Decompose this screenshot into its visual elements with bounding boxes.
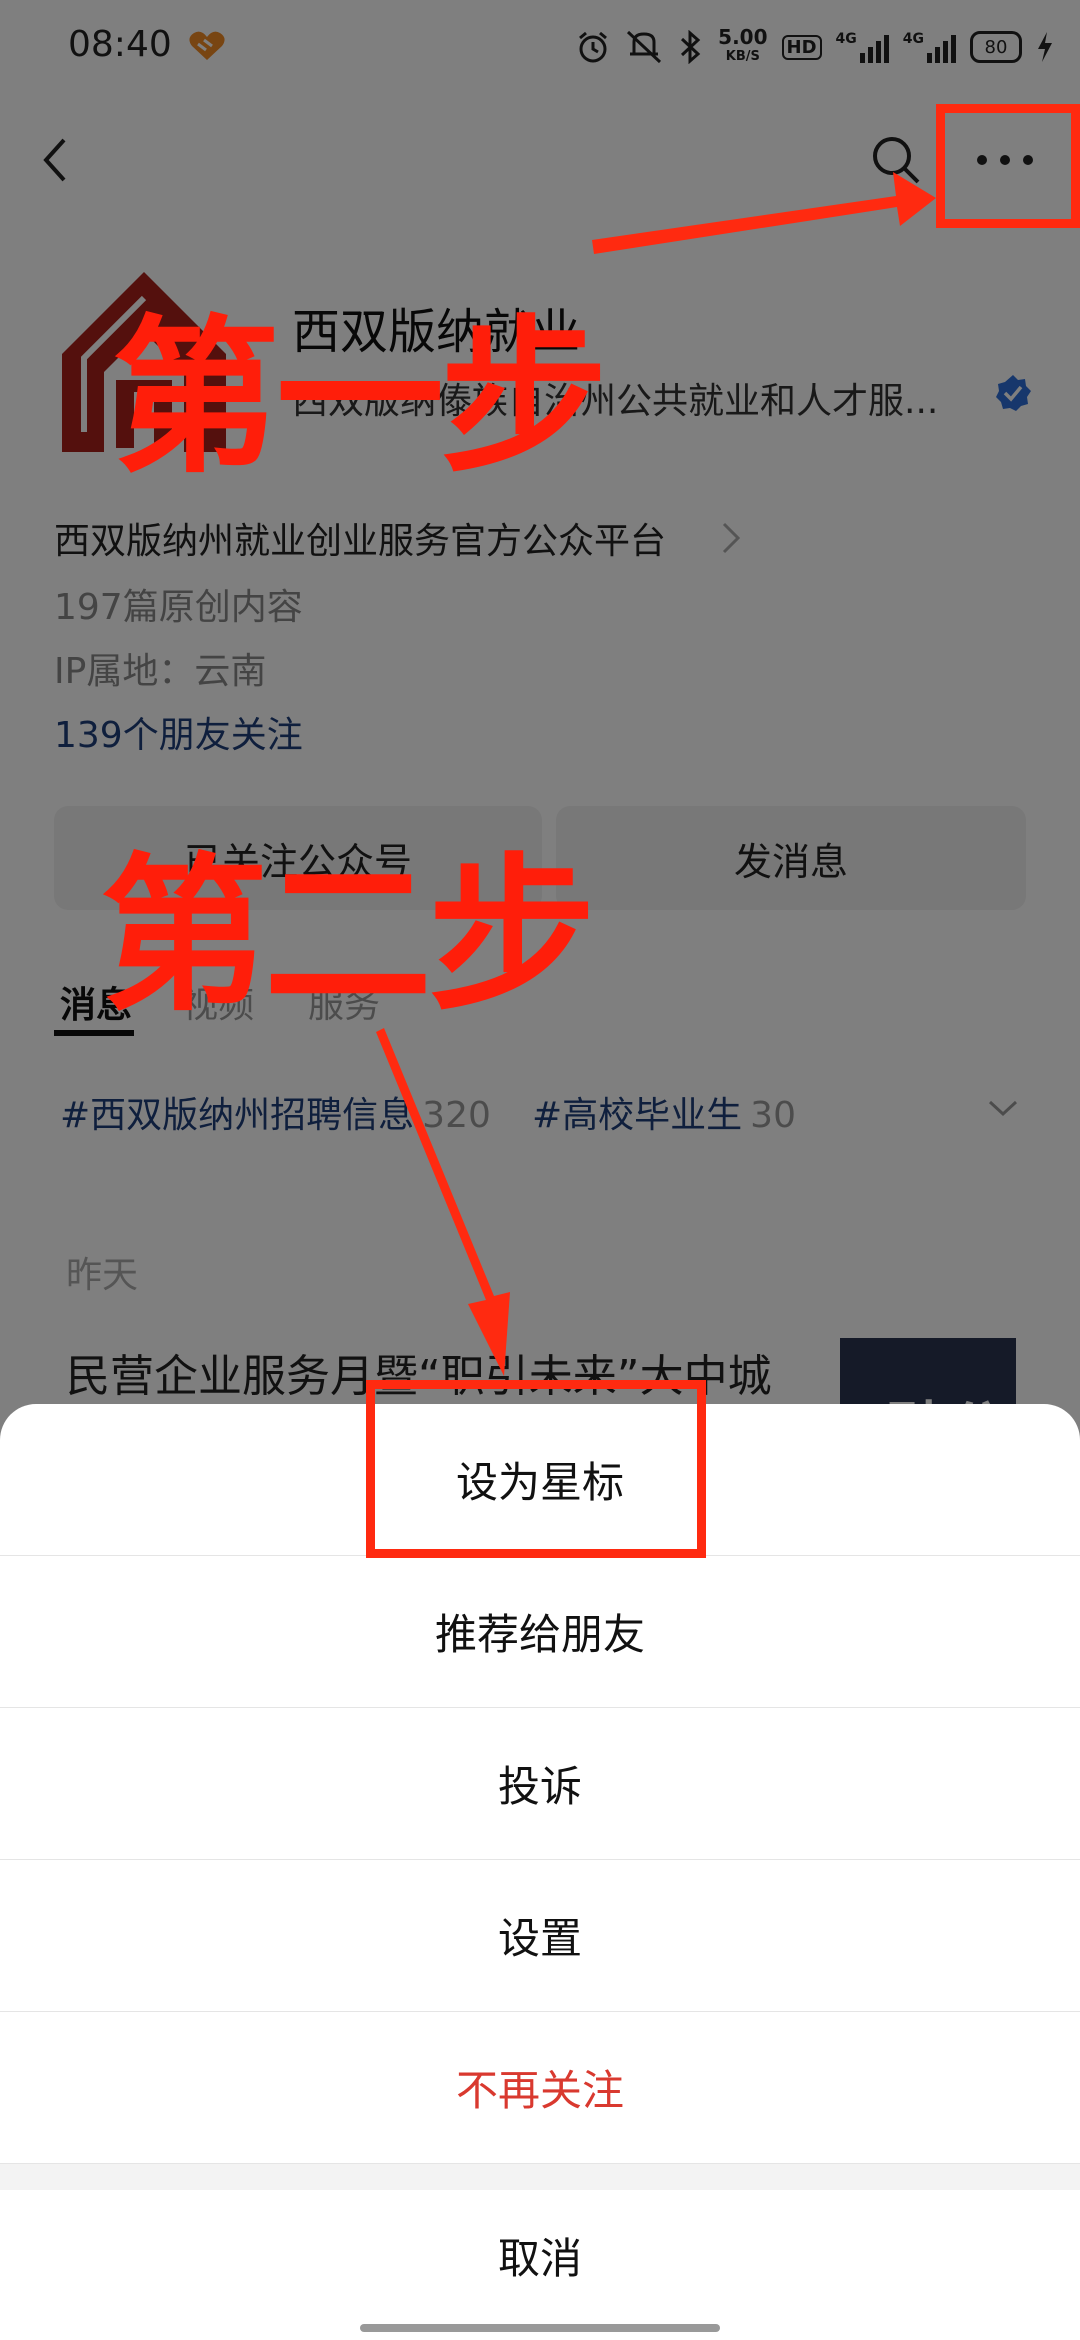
complain-option[interactable]: 投诉 <box>0 1708 1080 1860</box>
cancel-button[interactable]: 取消 <box>0 2190 1080 2320</box>
sheet-divider <box>0 2164 1080 2190</box>
annotation-step-2: 第二步 <box>100 838 596 1034</box>
annotation-step-1: 第一步 <box>112 300 608 496</box>
annotation-box-set-star <box>366 1380 706 1558</box>
settings-option[interactable]: 设置 <box>0 1860 1080 2012</box>
screen: 08:40 5.00 KB/S HD <box>0 0 1080 2340</box>
annotation-box-more <box>936 104 1080 228</box>
home-indicator[interactable] <box>360 2324 720 2332</box>
recommend-to-friend-option[interactable]: 推荐给朋友 <box>0 1556 1080 1708</box>
unfollow-option[interactable]: 不再关注 <box>0 2012 1080 2164</box>
